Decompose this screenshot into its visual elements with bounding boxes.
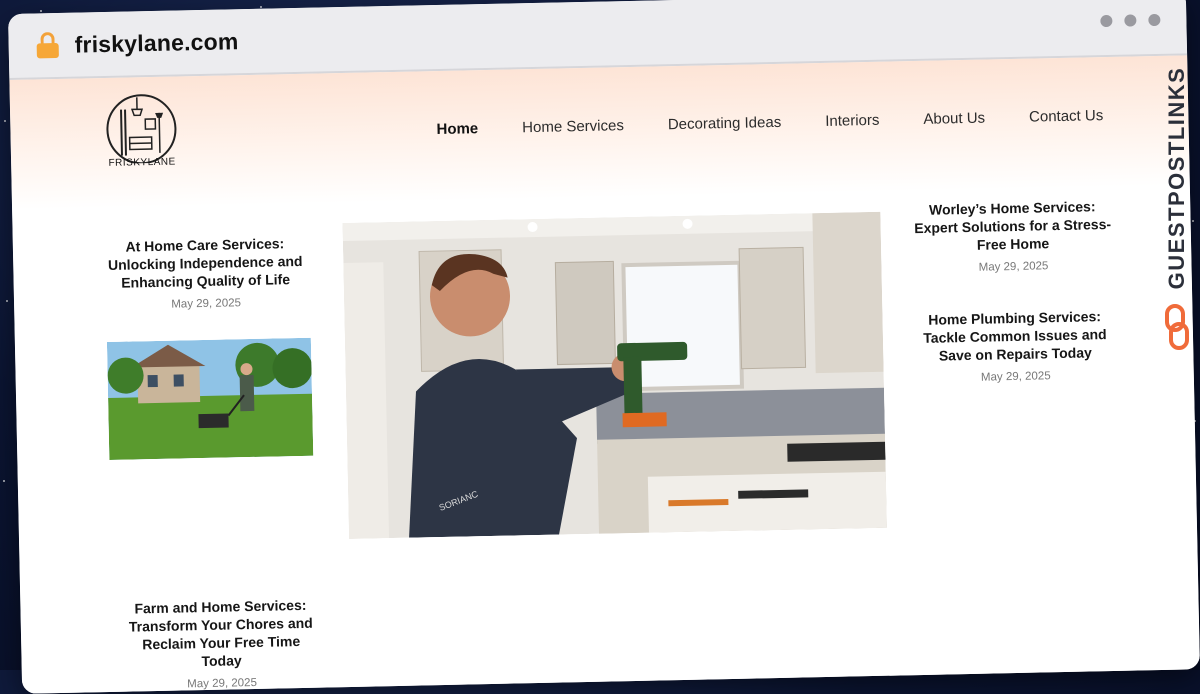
- article-date: May 29, 2025: [122, 676, 322, 692]
- article-title[interactable]: At Home Care Services: Unlocking Indepen…: [105, 234, 306, 292]
- nav-interiors[interactable]: Interiors: [825, 112, 880, 130]
- lawn-mowing-thumbnail[interactable]: [107, 338, 313, 460]
- main-nav: Home Home Services Decorating Ideas Inte…: [436, 107, 1103, 138]
- hero-handyman-image[interactable]: SORIANC: [342, 212, 886, 539]
- site-logo[interactable]: FRISKYLANE: [102, 92, 182, 169]
- guestpostlinks-watermark: GUESTPOSTLINKS: [1160, 60, 1194, 360]
- article-title[interactable]: Worley’s Home Services: Expert Solutions…: [912, 197, 1113, 255]
- home-interior-logo-icon: [103, 92, 180, 164]
- window-dot-icon[interactable]: [1124, 14, 1136, 26]
- nav-decorating-ideas[interactable]: Decorating Ideas: [668, 114, 782, 133]
- chain-link-icon: [1163, 304, 1191, 350]
- watermark-text: GUESTPOSTLINKS: [1164, 67, 1190, 290]
- lock-icon: [36, 32, 59, 58]
- article-title[interactable]: Home Plumbing Services: Tackle Common Is…: [914, 307, 1115, 365]
- nav-about-us[interactable]: About Us: [923, 110, 985, 128]
- article-date: May 29, 2025: [916, 369, 1116, 385]
- article-card[interactable]: Home Plumbing Services: Tackle Common Is…: [914, 307, 1116, 385]
- window-dot-icon[interactable]: [1148, 14, 1160, 26]
- article-card[interactable]: Farm and Home Services: Transform Your C…: [120, 596, 322, 692]
- article-card[interactable]: At Home Care Services: Unlocking Indepen…: [105, 234, 307, 312]
- browser-window: friskylane.com FRISKYLANE Home: [8, 0, 1200, 694]
- article-date: May 29, 2025: [106, 296, 306, 312]
- nav-home-services[interactable]: Home Services: [522, 117, 624, 136]
- article-date: May 29, 2025: [913, 259, 1113, 275]
- url-text[interactable]: friskylane.com: [74, 28, 238, 58]
- article-title[interactable]: Farm and Home Services: Transform Your C…: [120, 596, 321, 672]
- nav-contact-us[interactable]: Contact Us: [1029, 107, 1104, 126]
- window-controls: [1100, 14, 1160, 27]
- window-dot-icon[interactable]: [1100, 15, 1112, 27]
- logo-text: FRISKYLANE: [103, 156, 181, 169]
- site-page: FRISKYLANE Home Home Services Decorating…: [9, 55, 1200, 694]
- nav-home[interactable]: Home: [436, 120, 478, 138]
- article-card[interactable]: Worley’s Home Services: Expert Solutions…: [912, 197, 1114, 275]
